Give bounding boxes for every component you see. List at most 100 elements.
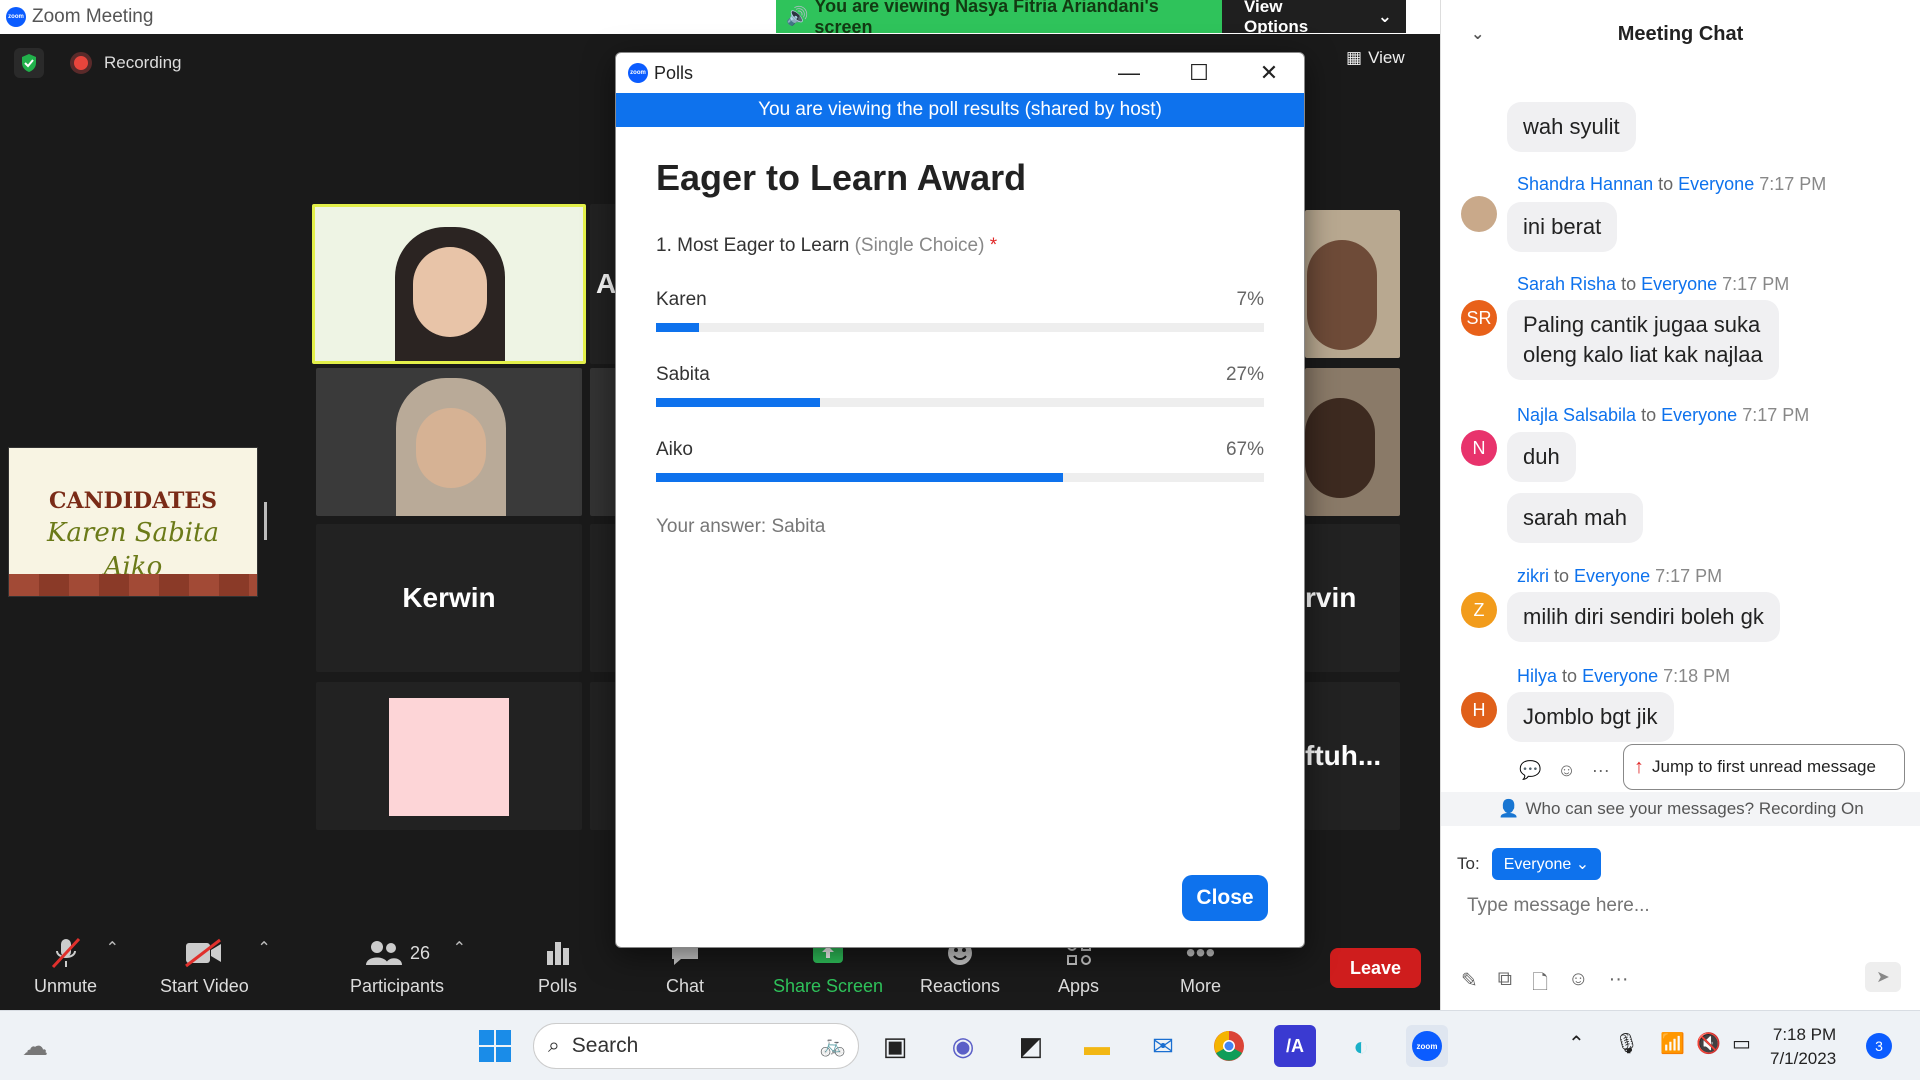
sender-name[interactable]: Hilya (1517, 666, 1557, 686)
wifi-icon[interactable]: 📶 (1660, 1031, 1685, 1056)
jump-to-unread-button[interactable]: ↑ Jump to first unread message (1623, 744, 1905, 790)
video-tile-pink[interactable] (316, 682, 582, 830)
polls-button[interactable]: Polls (538, 938, 577, 997)
close-button[interactable]: Close (1182, 875, 1268, 921)
sender-name[interactable]: Shandra Hannan (1517, 174, 1653, 194)
muted-mic-icon (49, 937, 83, 969)
mail-icon[interactable]: ✉ (1142, 1025, 1184, 1067)
poll-option-label: Sabita (656, 364, 710, 385)
participant-face (1307, 240, 1377, 350)
message-time: 7:17 PM (1722, 274, 1790, 294)
view-button[interactable]: ▦ View (1346, 48, 1405, 68)
visibility-note[interactable]: 👤 Who can see your messages? Recording O… (1441, 792, 1920, 826)
video-tile-2[interactable] (316, 368, 582, 516)
sender-name[interactable]: zikri (1517, 566, 1549, 586)
screenshot-icon[interactable]: ⧉ (1498, 968, 1512, 1002)
slide-floor-decoration (9, 574, 257, 596)
task-view-icon[interactable]: ▣ (874, 1025, 916, 1067)
start-video-button[interactable]: Start Video ⌃ (160, 938, 271, 997)
recording-label: Recording (104, 53, 182, 72)
chrome-icon[interactable] (1208, 1025, 1250, 1067)
sticky-notes-icon[interactable]: ◩ (1010, 1025, 1052, 1067)
more-dots-icon[interactable]: ··· (1609, 968, 1629, 1002)
clock-date: 7/1/2023 (1770, 1049, 1837, 1068)
video-tile-rvin[interactable]: rvin (1305, 524, 1400, 672)
recipient-dropdown[interactable]: Everyone ⌄ (1491, 848, 1602, 880)
maximize-icon[interactable]: ☐ (1164, 60, 1234, 86)
send-button[interactable]: ➤ (1865, 962, 1901, 992)
chat-tools: ✎ ⧉ 🗋 ☺ ··· (1461, 968, 1629, 1002)
share-status: 🔊 You are viewing Nasya Fitria Ariandani… (776, 0, 1222, 37)
search-label: Search (571, 1034, 639, 1057)
taskbar-search[interactable]: ⌕ Search 🚲 (533, 1023, 859, 1069)
chat-message[interactable]: Jomblo bgt jik (1507, 692, 1674, 742)
video-tile-kerwin[interactable]: Kerwin (316, 524, 582, 672)
reply-icon[interactable]: 💬 (1519, 760, 1541, 781)
leave-button[interactable]: Leave (1330, 948, 1421, 988)
resize-handle[interactable] (264, 502, 267, 540)
chat-message[interactable]: Paling cantik jugaa suka oleng kalo liat… (1507, 300, 1779, 380)
poll-option-sabita: Sabita 27% (656, 364, 1264, 407)
poll-option-fill (656, 473, 1064, 482)
view-options-button[interactable]: View Options ⌄ (1222, 0, 1406, 36)
zoom-app-icon[interactable]: zoom (1406, 1025, 1448, 1067)
video-tile-active[interactable] (312, 204, 586, 364)
polls-icon (544, 938, 572, 968)
video-tile-right-1[interactable] (1305, 210, 1400, 358)
caret-up-icon[interactable]: ⌃ (257, 938, 270, 958)
message-meta: Najla Salsabila to Everyone 7:17 PM (1517, 405, 1809, 426)
more-dots-icon[interactable]: ··· (1592, 760, 1610, 781)
poll-option-aiko: Aiko 67% (656, 439, 1264, 482)
poll-option-bar (656, 398, 1264, 407)
weather-icon[interactable]: ☁ (14, 1025, 56, 1067)
recipient-name: Everyone (1641, 274, 1718, 294)
chat-message[interactable]: duh (1507, 432, 1576, 482)
sender-name[interactable]: Sarah Risha (1517, 274, 1616, 294)
sender-name[interactable]: Najla Salsabila (1517, 405, 1636, 425)
caret-up-icon[interactable]: ⌃ (106, 938, 119, 958)
poll-option-bar (656, 473, 1264, 482)
recipient-name: Everyone (1582, 666, 1659, 686)
video-tile-ftuh[interactable]: ftuh... (1305, 682, 1400, 830)
poll-results-banner: You are viewing the poll results (shared… (616, 93, 1304, 127)
shared-screen-thumbnail[interactable]: CANDIDATES Karen Sabita Aiko (8, 447, 258, 597)
caret-up-icon[interactable]: ⌃ (453, 938, 466, 958)
teams-icon[interactable]: ◉ (942, 1025, 984, 1067)
app-icon[interactable]: /A (1274, 1025, 1316, 1067)
unmute-button[interactable]: Unmute ⌃ (34, 937, 119, 997)
file-explorer-icon[interactable]: ▬ (1076, 1025, 1118, 1067)
window-title: Zoom Meeting (32, 6, 154, 27)
shield-icon[interactable] (14, 48, 44, 78)
microphone-icon[interactable]: 🎙 (1614, 1031, 1639, 1056)
message-actions: 💬 ☺ ··· (1519, 760, 1610, 781)
recipient-name: Everyone (1574, 566, 1651, 586)
close-icon[interactable]: ✕ (1234, 60, 1304, 86)
chat-message[interactable]: milih diri sendiri boleh gk (1507, 592, 1780, 642)
chat-message[interactable]: wah syulit (1507, 102, 1636, 152)
video-tile-right-2[interactable] (1305, 368, 1400, 516)
chat-message[interactable]: ini berat (1507, 202, 1618, 252)
chat-message-input[interactable] (1467, 895, 1887, 917)
clock-time: 7:18 PM (1772, 1025, 1837, 1044)
chevron-up-icon[interactable]: ⌃ (1568, 1031, 1585, 1056)
emoji-icon[interactable]: ☺ (1568, 968, 1588, 1002)
reactions-label: Reactions (920, 976, 1001, 996)
chevron-down-icon[interactable]: ⌄ (1471, 24, 1484, 44)
message-time: 7:18 PM (1663, 666, 1731, 686)
file-icon[interactable]: 🗋 (1532, 968, 1548, 1002)
minimize-icon[interactable]: — (1094, 60, 1164, 86)
edge-icon[interactable]: ◐ (1340, 1025, 1382, 1067)
your-answer: Your answer: Sabita (656, 516, 826, 537)
battery-icon[interactable]: ▭ (1732, 1031, 1751, 1056)
message-time: 7:17 PM (1742, 405, 1810, 425)
windows-start-icon[interactable] (474, 1025, 516, 1067)
emoji-icon[interactable]: ☺ (1557, 760, 1575, 781)
chat-message[interactable]: sarah mah (1507, 493, 1643, 543)
to-word: to (1554, 566, 1570, 586)
format-icon[interactable]: ✎ (1461, 968, 1478, 1002)
volume-muted-icon[interactable]: 🔇 (1696, 1031, 1721, 1056)
participants-button[interactable]: 26 Participants ⌃ (350, 938, 466, 997)
taskbar-clock[interactable]: 7:18 PM 7/1/2023 (1770, 1023, 1836, 1071)
chat-header: ⌄ Meeting Chat (1441, 0, 1920, 68)
notification-badge[interactable]: 3 (1866, 1033, 1892, 1059)
